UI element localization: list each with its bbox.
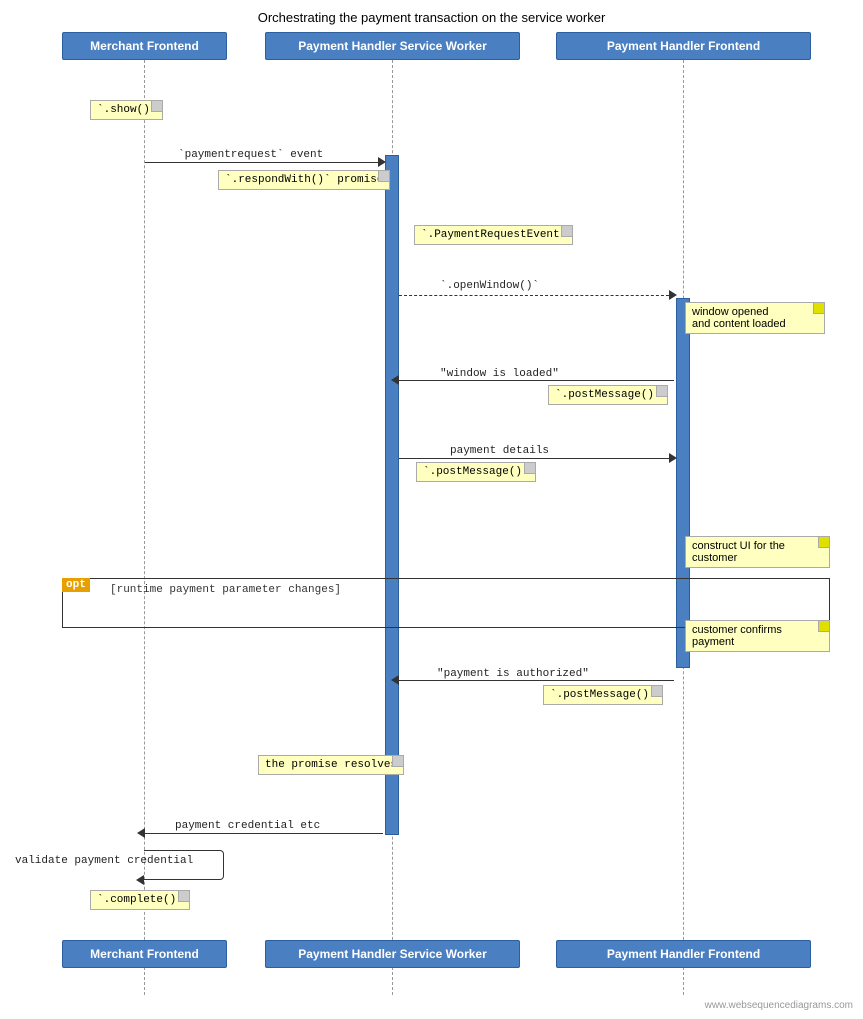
note-promiseresolves: the promise resolves <box>258 755 404 775</box>
active-bar-sw <box>385 155 399 835</box>
note-window-opened-text: window openedand content loaded <box>692 306 786 330</box>
arrowhead-paymentdetails <box>669 453 677 463</box>
line-paymentcredential <box>145 833 383 834</box>
diagram-container: Orchestrating the payment transaction on… <box>0 0 863 1019</box>
label-paymentauthorized: "payment is authorized" <box>437 668 589 680</box>
line-paymentauthorized <box>399 680 674 681</box>
watermark: www.websequencediagrams.com <box>705 1000 853 1011</box>
note-postmessage3: `.postMessage()` <box>543 685 663 705</box>
opt-condition: [runtime payment parameter changes] <box>110 584 341 596</box>
lifeline-box-merchant-bottom: Merchant Frontend <box>62 940 227 968</box>
arrowhead-windowloaded <box>391 375 399 385</box>
lifeline-box-sw-bottom: Payment Handler Service Worker <box>265 940 520 968</box>
note-complete: `.complete()` <box>90 890 190 910</box>
note-paymentrequstevent: `.PaymentRequestEvent` <box>414 225 573 245</box>
line-paymentdetails <box>399 458 674 459</box>
arrowhead-paymentrequest <box>378 157 386 167</box>
note-constructui-text: construct UI for the customer <box>692 540 785 564</box>
label-paymentdetails: payment details <box>450 445 549 457</box>
label-paymentcredential: payment credential etc <box>175 820 320 832</box>
note-postmessage1: `.postMessage()` <box>548 385 668 405</box>
arrowhead-selfloop <box>136 875 144 885</box>
diagram-title: Orchestrating the payment transaction on… <box>0 0 863 33</box>
note-customerconfirms: customer confirms payment <box>685 620 830 652</box>
arrowhead-paymentcredential <box>137 828 145 838</box>
lifeline-box-sw-top: Payment Handler Service Worker <box>265 32 520 60</box>
label-windowloaded: "window is loaded" <box>440 368 559 380</box>
note-window-opened: window openedand content loaded <box>685 302 825 334</box>
lifeline-box-phf-bottom: Payment Handler Frontend <box>556 940 811 968</box>
label-openwindow: `.openWindow()` <box>440 280 539 292</box>
lifeline-box-phf-top: Payment Handler Frontend <box>556 32 811 60</box>
arrowhead-openwindow <box>669 290 677 300</box>
note-constructui: construct UI for the customer <box>685 536 830 568</box>
note-respondwith: `.respondWith()` promise <box>218 170 390 190</box>
label-paymentrequest: `paymentrequest` event <box>178 149 323 161</box>
lifeline-box-merchant-top: Merchant Frontend <box>62 32 227 60</box>
line-paymentrequest <box>145 162 383 163</box>
arrowhead-paymentauthorized <box>391 675 399 685</box>
note-postmessage2: `.postMessage()` <box>416 462 536 482</box>
note-show: `.show()` <box>90 100 163 120</box>
note-customerconfirms-text: customer confirms payment <box>692 624 782 648</box>
opt-label: opt <box>62 578 90 592</box>
line-openwindow <box>399 295 674 296</box>
self-loop-validate <box>144 850 224 880</box>
line-windowloaded <box>399 380 674 381</box>
